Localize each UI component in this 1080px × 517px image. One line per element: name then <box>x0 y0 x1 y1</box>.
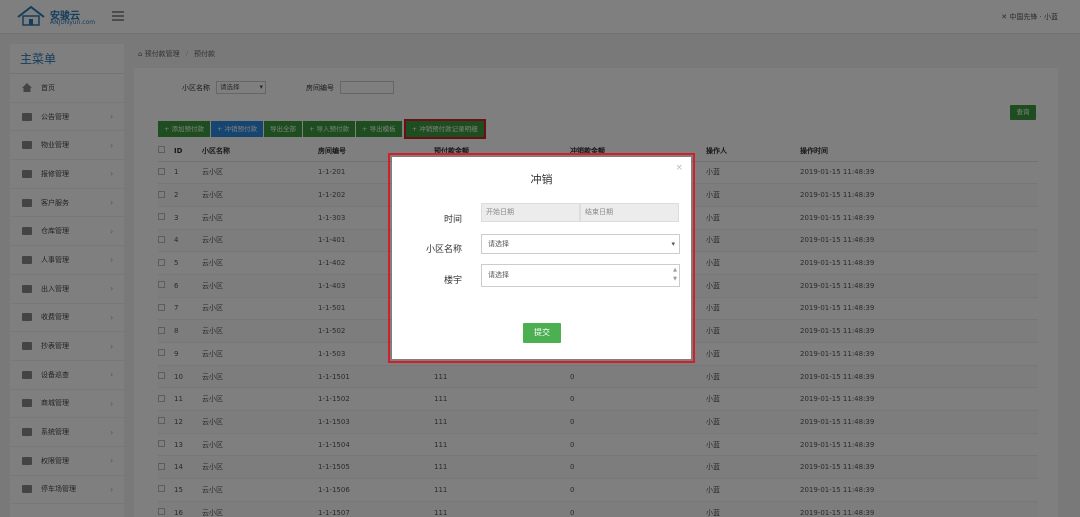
building-select-value: 请选择 <box>488 271 509 279</box>
modal-title: 冲销 <box>530 173 553 186</box>
submit-button[interactable]: 提交 <box>523 323 561 343</box>
writeoff-modal-highlight: 冲销 × 时间 开始日期 结束日期 小区名称 请选择 ▾ 楼宇 请选择 ▲ ▼ 提… <box>388 153 695 363</box>
end-date-input[interactable]: 结束日期 <box>580 203 679 222</box>
scroll-arrows-icon[interactable]: ▲ ▼ <box>673 266 677 284</box>
building-select[interactable]: 请选择 ▲ ▼ <box>481 264 680 287</box>
community-select-value: 请选择 <box>488 240 509 248</box>
building-label: 楼宇 <box>443 276 462 286</box>
time-label: 时间 <box>443 215 462 225</box>
start-date-input[interactable]: 开始日期 <box>481 203 580 222</box>
caret-down-icon: ▾ <box>671 240 675 248</box>
community-label: 小区名称 <box>425 245 462 255</box>
community-select[interactable]: 请选择 ▾ <box>481 234 680 254</box>
writeoff-modal: 冲销 × 时间 开始日期 结束日期 小区名称 请选择 ▾ 楼宇 请选择 ▲ ▼ 提… <box>392 157 691 359</box>
close-icon[interactable]: × <box>675 163 683 173</box>
